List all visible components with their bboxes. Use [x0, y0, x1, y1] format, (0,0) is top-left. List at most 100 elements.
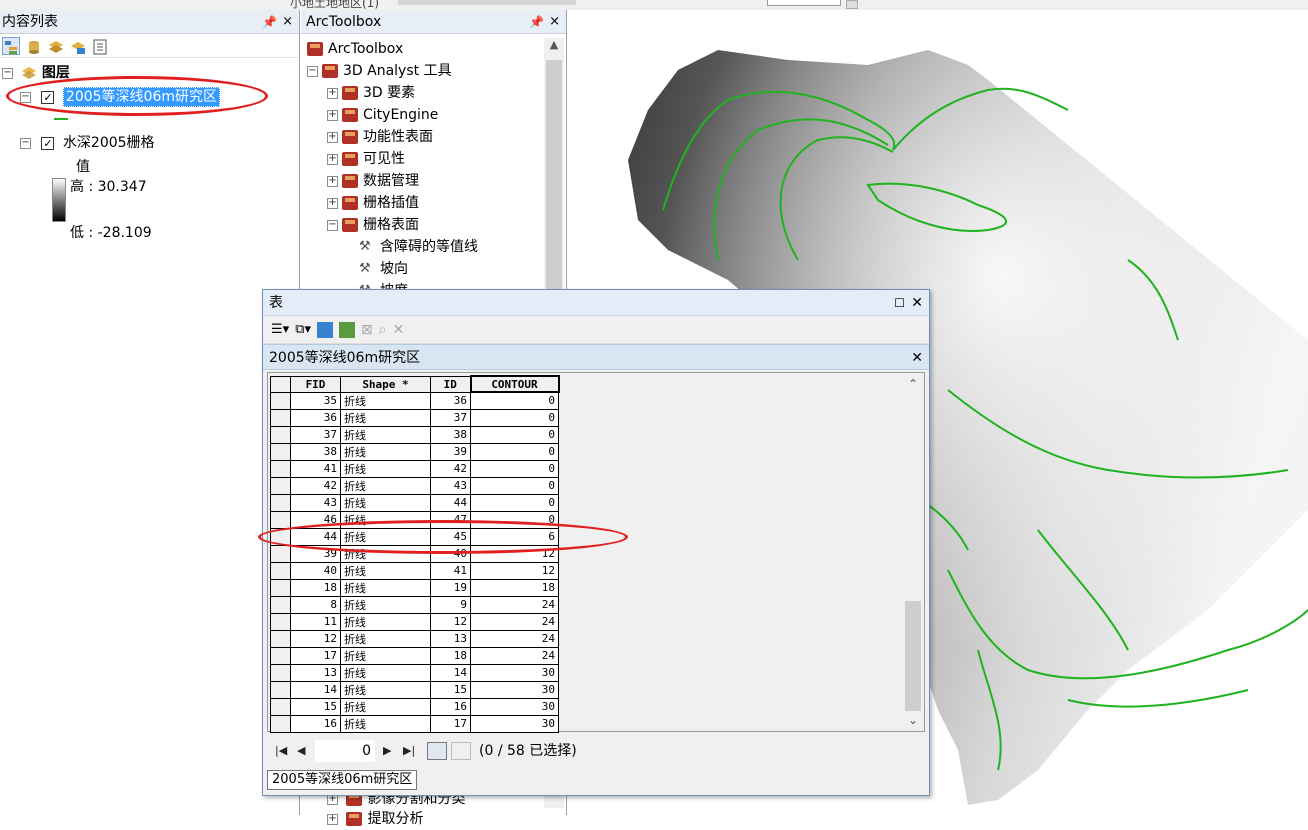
- row-selector[interactable]: [270, 714, 291, 733]
- table-row[interactable]: 16 折线 17 30: [270, 714, 559, 733]
- table-cell[interactable]: 折线: [340, 408, 431, 427]
- expand-icon[interactable]: +: [327, 153, 338, 165]
- close-icon[interactable]: ✕: [911, 290, 923, 316]
- row-selector[interactable]: [270, 527, 291, 546]
- table-cell[interactable]: 18: [290, 578, 341, 597]
- row-selector[interactable]: [270, 493, 291, 512]
- toolbox-item-bottom-2[interactable]: + 提取分析: [327, 808, 423, 830]
- table-row[interactable]: 41 折线 42 0: [270, 459, 559, 478]
- collapse-icon[interactable]: −: [2, 67, 13, 79]
- table-cell[interactable]: 24: [470, 646, 559, 665]
- expand-icon[interactable]: +: [327, 813, 338, 825]
- list-by-selection-icon[interactable]: [68, 37, 86, 55]
- table-cell[interactable]: 37: [430, 408, 471, 427]
- table-cell[interactable]: 折线: [340, 612, 431, 631]
- table-row[interactable]: 35 折线 36 0: [270, 391, 559, 410]
- table-row[interactable]: 38 折线 39 0: [270, 442, 559, 461]
- table-cell[interactable]: 11: [290, 612, 341, 631]
- table-row[interactable]: 18 折线 19 18: [270, 578, 559, 597]
- toolbox-item[interactable]: + 栅格插值: [327, 192, 419, 214]
- row-selector[interactable]: [270, 612, 291, 631]
- toolbox-item[interactable]: ⚒ 坡向: [359, 258, 408, 280]
- table-cell[interactable]: 12: [290, 629, 341, 648]
- table-cell[interactable]: 0: [470, 476, 559, 495]
- table-cell[interactable]: 9: [430, 595, 471, 614]
- table-row[interactable]: 12 折线 13 24: [270, 629, 559, 648]
- scrollbar-thumb[interactable]: [546, 60, 562, 300]
- table-cell[interactable]: 0: [470, 442, 559, 461]
- table-row[interactable]: 37 折线 38 0: [270, 425, 559, 444]
- table-cell[interactable]: 17: [290, 646, 341, 665]
- table-cell[interactable]: 39: [430, 442, 471, 461]
- row-selector[interactable]: [270, 595, 291, 614]
- table-row[interactable]: 46 折线 47 0: [270, 510, 559, 529]
- expand-icon[interactable]: +: [327, 109, 338, 121]
- row-selector-header[interactable]: [270, 375, 291, 393]
- table-cell[interactable]: 36: [430, 391, 471, 410]
- table-cell[interactable]: 折线: [340, 527, 431, 546]
- expand-icon[interactable]: +: [327, 87, 338, 99]
- table-cell[interactable]: 36: [290, 408, 341, 427]
- table-cell[interactable]: 17: [430, 714, 471, 733]
- table-cell[interactable]: 折线: [340, 425, 431, 444]
- switch-selection-icon[interactable]: [339, 321, 355, 338]
- row-selector[interactable]: [270, 408, 291, 427]
- row-selector[interactable]: [270, 646, 291, 665]
- table-cell[interactable]: 折线: [340, 595, 431, 614]
- row-selector[interactable]: [270, 391, 291, 410]
- pin-icon[interactable]: 📌: [529, 10, 544, 34]
- table-cell[interactable]: 折线: [340, 680, 431, 699]
- table-cell[interactable]: 42: [290, 476, 341, 495]
- scroll-up-icon[interactable]: ⌃: [904, 377, 922, 391]
- table-cell[interactable]: 14: [290, 680, 341, 699]
- row-selector[interactable]: [270, 663, 291, 682]
- delete-selected-icon[interactable]: ✕: [393, 322, 405, 338]
- table-cell[interactable]: 41: [290, 459, 341, 478]
- table-cell[interactable]: 折线: [340, 578, 431, 597]
- table-scrollbar[interactable]: ⌃ ⌄: [904, 375, 922, 729]
- toolbox-item[interactable]: ⚒ 含障碍的等值线: [359, 236, 478, 258]
- toolbox-item[interactable]: + 数据管理: [327, 170, 419, 192]
- table-cell[interactable]: 折线: [340, 714, 431, 733]
- next-record-icon[interactable]: ▶: [383, 736, 391, 766]
- table-row[interactable]: 42 折线 43 0: [270, 476, 559, 495]
- table-cell[interactable]: 41: [430, 561, 471, 580]
- table-cell[interactable]: 18: [470, 578, 559, 597]
- table-cell[interactable]: 40: [290, 561, 341, 580]
- column-header[interactable]: ID: [430, 375, 471, 393]
- layer-label-contours[interactable]: 2005等深线06m研究区: [62, 87, 220, 107]
- select-by-attributes-icon[interactable]: [317, 321, 333, 338]
- table-row[interactable]: 39 折线 40 12: [270, 544, 559, 563]
- table-cell[interactable]: 折线: [340, 544, 431, 563]
- table-cell[interactable]: 折线: [340, 493, 431, 512]
- scrollbar-thumb[interactable]: [905, 601, 921, 711]
- expand-icon[interactable]: +: [327, 175, 338, 187]
- table-cell[interactable]: 折线: [340, 510, 431, 529]
- show-selected-records-icon[interactable]: [451, 742, 471, 760]
- options-icon[interactable]: [90, 37, 108, 55]
- table-cell[interactable]: 0: [470, 459, 559, 478]
- scroll-down-icon[interactable]: ⌄: [904, 713, 922, 727]
- table-cell[interactable]: 24: [470, 595, 559, 614]
- close-icon[interactable]: ✕: [911, 345, 923, 371]
- collapse-icon[interactable]: −: [20, 137, 31, 149]
- table-cell[interactable]: 16: [430, 697, 471, 716]
- table-cell[interactable]: 13: [430, 629, 471, 648]
- toolbox-item[interactable]: +3D 要素: [327, 82, 415, 104]
- table-cell[interactable]: 0: [470, 391, 559, 410]
- table-cell[interactable]: 12: [470, 561, 559, 580]
- table-cell[interactable]: 30: [470, 697, 559, 716]
- toolbox-item[interactable]: + CityEngine: [327, 104, 438, 126]
- scale-dropdown-button[interactable]: [846, 0, 858, 9]
- table-cell[interactable]: 0: [470, 493, 559, 512]
- expand-icon[interactable]: +: [327, 197, 338, 209]
- table-row[interactable]: 40 折线 41 12: [270, 561, 559, 580]
- table-row[interactable]: 11 折线 12 24: [270, 612, 559, 631]
- clear-selection-icon[interactable]: ⊠: [361, 322, 373, 338]
- table-cell[interactable]: 45: [430, 527, 471, 546]
- expand-icon[interactable]: +: [327, 131, 338, 143]
- table-cell[interactable]: 折线: [340, 459, 431, 478]
- table-cell[interactable]: 15: [430, 680, 471, 699]
- maximize-icon[interactable]: ☐: [894, 290, 905, 316]
- current-record-input[interactable]: 0: [315, 740, 375, 762]
